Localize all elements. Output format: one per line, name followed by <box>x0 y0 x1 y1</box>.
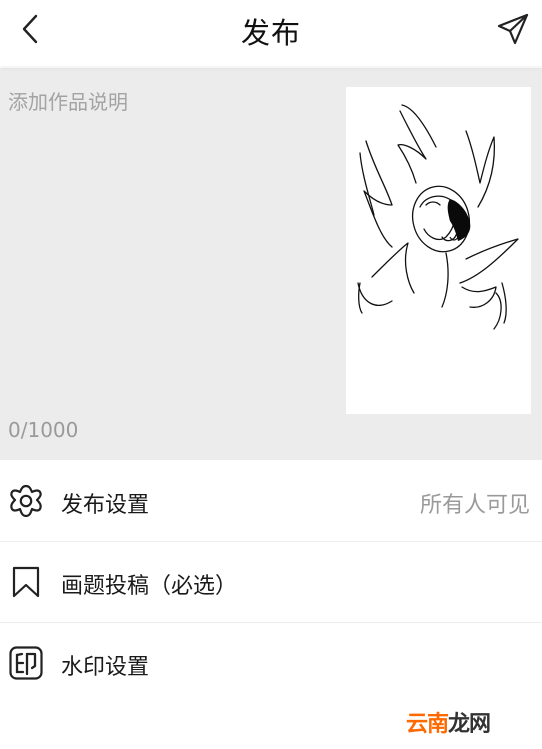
character-counter: 0/1000 <box>8 418 79 442</box>
description-input[interactable] <box>8 86 328 386</box>
watermark-settings-row[interactable]: 水印设置 <box>0 623 542 703</box>
artwork-sketch <box>357 104 519 330</box>
send-icon[interactable] <box>496 12 530 46</box>
visibility-value: 所有人可见 <box>419 493 530 518</box>
description-editor: 0/1000 <box>0 68 542 460</box>
gear-flower-icon <box>10 484 42 518</box>
watermark-text-part1: 云南 <box>406 712 449 737</box>
topic-submission-row[interactable]: 画题投稿（必选） <box>0 542 542 623</box>
site-watermark: 云南龙网 <box>406 706 491 738</box>
publish-settings-label: 发布设置 <box>61 493 150 518</box>
watermark-settings-label: 水印设置 <box>61 655 150 680</box>
seal-stamp-icon <box>9 646 43 680</box>
topic-submission-label: 画题投稿（必选） <box>61 574 238 599</box>
watermark-text-part2: 龙网 <box>448 712 491 737</box>
publish-settings-row[interactable]: 发布设置 所有人可见 <box>0 461 542 542</box>
artwork-thumbnail[interactable] <box>346 87 531 414</box>
page-title: 发布 <box>240 16 301 50</box>
top-bar: 发布 <box>0 0 542 66</box>
publish-page: 发布 0/1000 <box>0 0 542 749</box>
bookmark-icon <box>12 566 40 598</box>
